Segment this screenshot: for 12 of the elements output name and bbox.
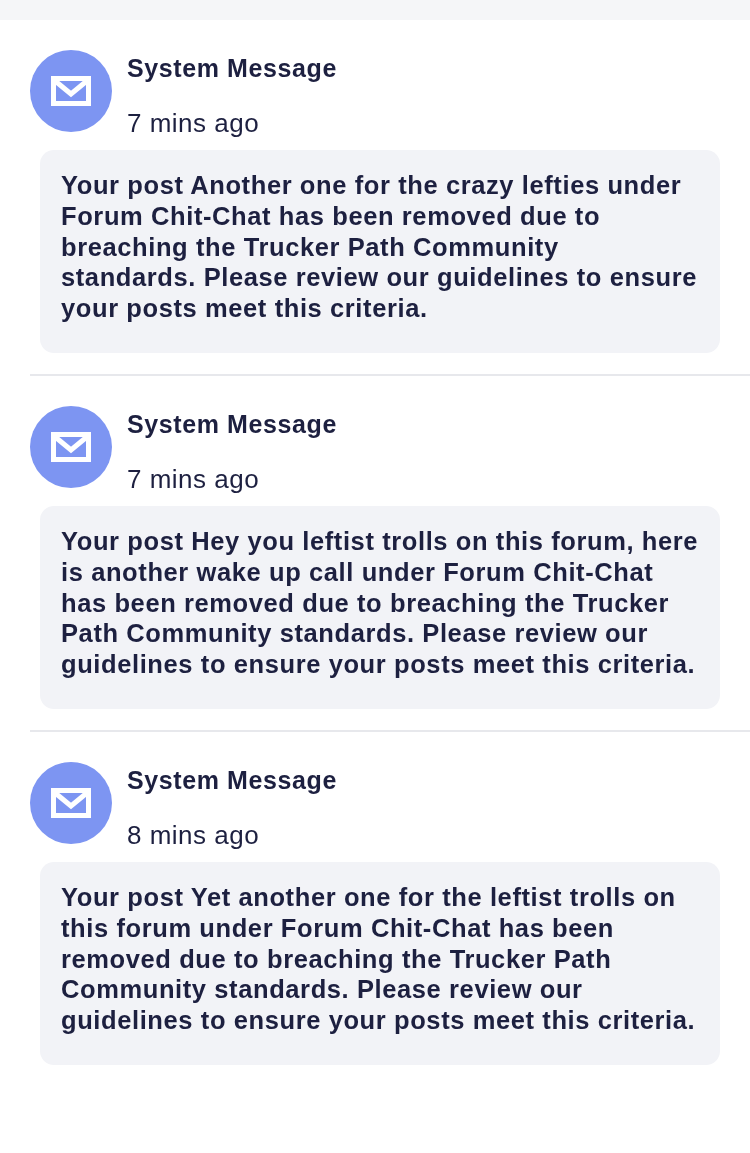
message-text: Your post Hey you leftist trolls on this forum, here is another wake up call under Forum Chit-Chat has been removed due to breaching the Trucker Path Community standards. Please review our guidelines to ensure your posts meet this criteria.	[61, 526, 700, 680]
envelope-icon	[51, 787, 91, 818]
message-text: Your post Yet another one for the leftist trolls on this forum under Forum Chit-Chat has been removed due to breaching the Trucker Path Community standards. Please review our guidelines to ensure your posts meet this criteria.	[61, 881, 697, 1036]
envelope-icon	[51, 76, 91, 106]
sender-name: System Message	[127, 409, 337, 440]
sender-name: System Message	[127, 764, 337, 796]
sender-name: System Message	[127, 53, 337, 84]
envelope-icon	[51, 432, 91, 462]
message-time: 7 mins ago	[127, 107, 261, 140]
message-text: Your post Another one for the crazy lefties under Forum Chit-Chat has been removed due to breaching the Trucker Path Community standards. Please review our guidelines to ensure your posts meet this criteria.	[61, 170, 698, 324]
message-time: 7 mins ago	[127, 463, 261, 496]
message-time: 8 mins ago	[127, 818, 261, 852]
